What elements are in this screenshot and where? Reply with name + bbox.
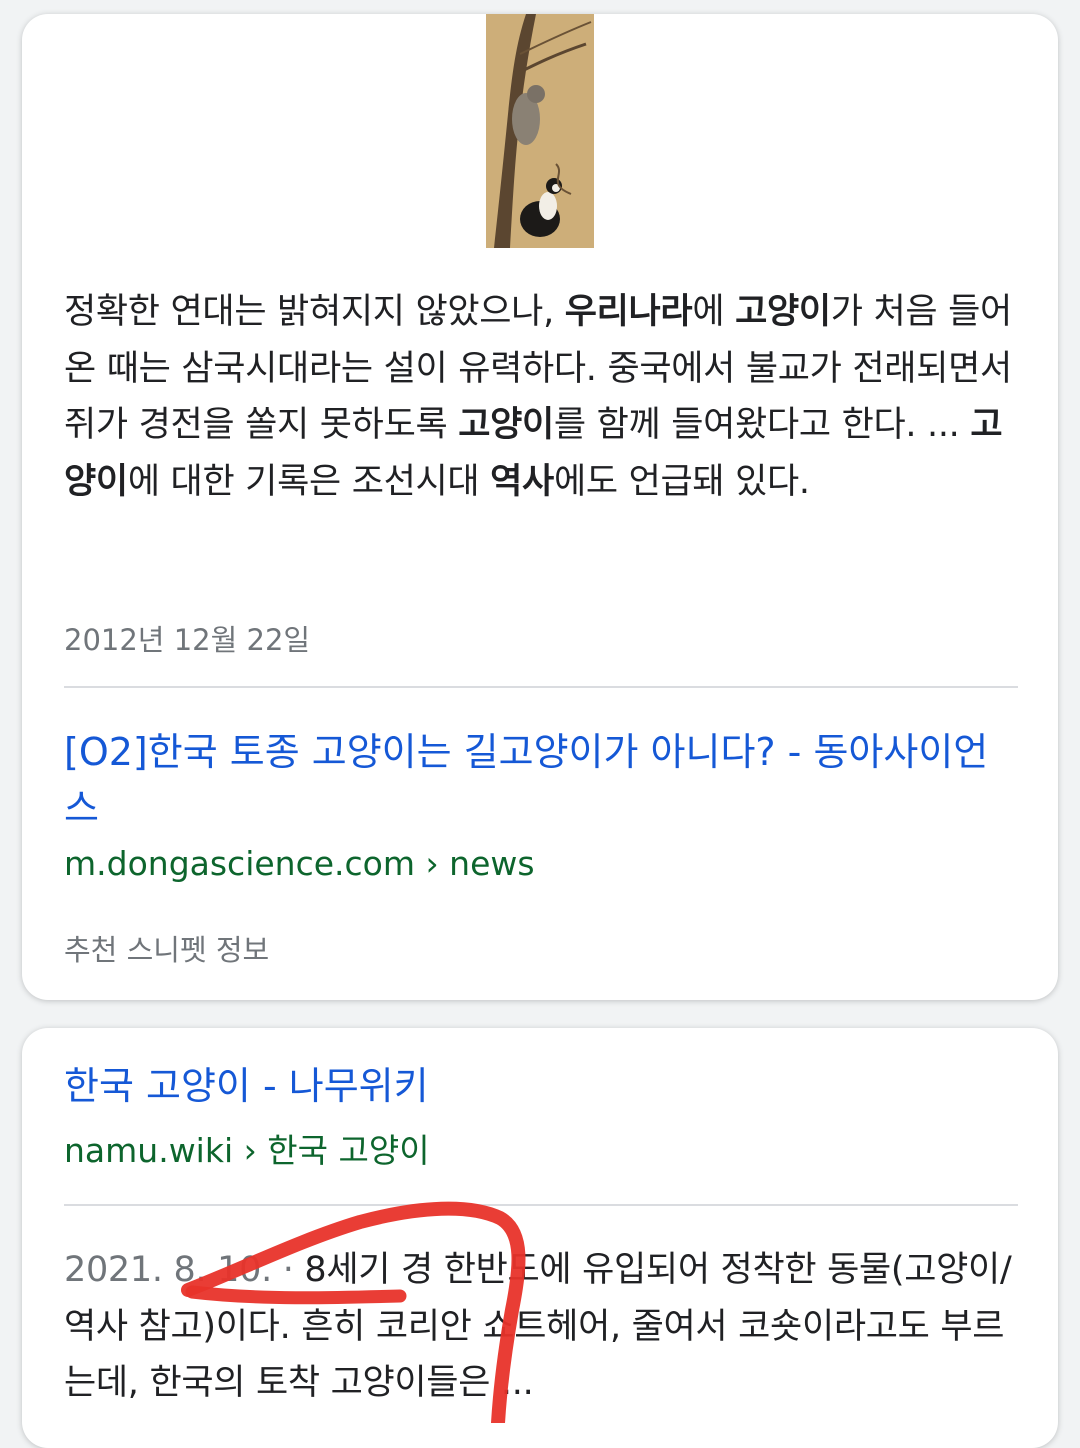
result-url-breadcrumb[interactable]: namu.wiki › 한국 고양이 <box>64 1124 430 1172</box>
result-url-breadcrumb[interactable]: m.dongascience.com › news <box>64 844 535 883</box>
divider <box>64 686 1018 688</box>
result-date: 2021. 8. 10. · <box>64 1250 305 1290</box>
divider <box>64 1204 1018 1206</box>
featured-snippet-card: 정확한 연대는 밝혀지지 않았으나, 우리나라에 고양이가 처음 들어온 때는 … <box>22 14 1058 1000</box>
cat-painting-thumbnail[interactable] <box>486 14 594 248</box>
snippet-date: 2012년 12월 22일 <box>64 623 311 657</box>
featured-snippet-info-link[interactable]: 추천 스니펫 정보 <box>64 927 269 969</box>
result-snippet-text: 2021. 8. 10. · 8세기 경 한반도에 유입되어 정착한 동물(고양… <box>64 1250 1012 1403</box>
result-title-link[interactable]: 한국 고양이 - 나무위키 <box>64 1058 1014 1114</box>
cat-painting-image <box>486 14 594 248</box>
result-title-link[interactable]: [O2]한국 토종 고양이는 길고양이가 아니다? - 동아사이언스 <box>64 724 1014 836</box>
featured-snippet-text: 정확한 연대는 밝혀지지 않았으나, 우리나라에 고양이가 처음 들어온 때는 … <box>64 292 1012 502</box>
search-result-card: 한국 고양이 - 나무위키 namu.wiki › 한국 고양이 2021. 8… <box>22 1028 1058 1448</box>
